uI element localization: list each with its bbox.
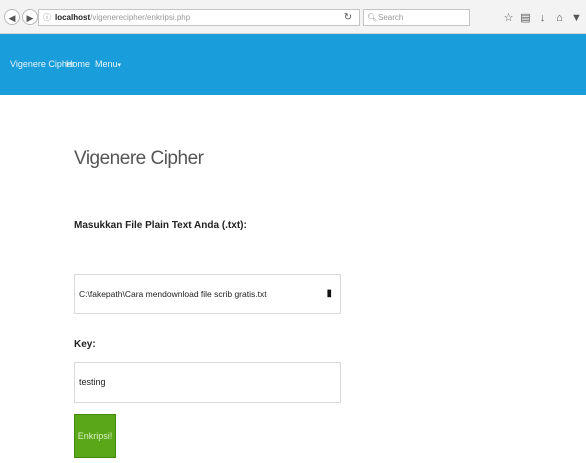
page-title: Vigenere Cipher — [74, 148, 204, 169]
nav-home-link[interactable]: Home — [66, 34, 90, 95]
pocket-icon[interactable]: ▼ — [568, 12, 585, 24]
key-input[interactable]: testing — [74, 362, 341, 403]
back-arrow-icon[interactable]: ◀ — [4, 9, 20, 25]
trash-icon[interactable]: ▮ — [326, 275, 332, 313]
file-upload-label: Masukkan File Plain Text Anda (.txt): — [74, 220, 247, 231]
caret-down-icon: ▾ — [117, 62, 122, 69]
forward-arrow-icon[interactable]: ▶ — [22, 9, 38, 25]
encrypt-button[interactable]: Enkripsi! — [74, 414, 116, 458]
file-input-value: C:\fakepath\Cara mendownload file scrib … — [79, 289, 267, 299]
search-placeholder: Search — [378, 13, 404, 22]
url-path: /vigenerecipher/enkripsi.php — [90, 13, 191, 22]
browser-toolbar-icons: ☆ ▤ ↓ ⌂ ▼ ☰ — [500, 9, 586, 26]
site-navbar: Vigenere Cipher Home Menu▾ — [0, 34, 586, 95]
home-icon[interactable]: ⌂ — [551, 12, 568, 24]
key-input-value: testing — [79, 377, 106, 387]
bookmark-star-icon[interactable]: ☆ — [500, 11, 517, 24]
download-icon[interactable]: ↓ — [534, 12, 551, 24]
info-icon[interactable]: ⓘ — [42, 10, 52, 25]
nav-buttons: ◀ ▶ — [4, 8, 40, 26]
browser-toolbar: ◀ ▶ ⓘ localhost/vigenerecipher/enkripsi.… — [0, 0, 586, 34]
nav-menu-label: Menu — [95, 59, 118, 69]
search-icon: 🔍︎ — [367, 13, 378, 22]
reload-icon[interactable]: ↻ — [339, 9, 357, 26]
reading-list-icon[interactable]: ▤ — [517, 11, 534, 24]
nav-menu-dropdown[interactable]: Menu▾ — [95, 34, 121, 95]
url-bar[interactable]: ⓘ localhost/vigenerecipher/enkripsi.php — [38, 9, 360, 26]
file-input[interactable]: C:\fakepath\Cara mendownload file scrib … — [74, 274, 341, 314]
search-input[interactable]: 🔍︎ Search — [363, 9, 470, 26]
key-label: Key: — [74, 339, 96, 350]
url-host: localhost — [55, 13, 91, 22]
